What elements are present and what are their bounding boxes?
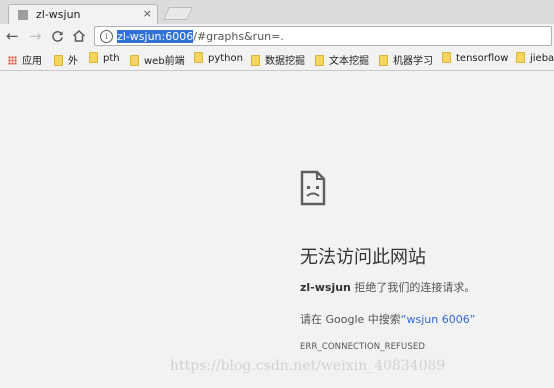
folder-icon xyxy=(251,55,260,66)
page-favicon-icon xyxy=(18,10,28,20)
bookmark-folder-datamining[interactable]: 数据挖掘 xyxy=(251,52,305,67)
bookmark-folder-python[interactable]: python xyxy=(194,52,243,64)
google-search-link[interactable]: “wsjun 6006” xyxy=(401,313,476,326)
error-description: zl-wsjun 拒绝了我们的连接请求。 xyxy=(300,279,475,295)
new-tab-button[interactable] xyxy=(162,7,194,20)
watermark: https://blog.csdn.net/weixin_40834089 xyxy=(170,358,446,374)
bookmark-folder-jieba[interactable]: jieba xyxy=(516,52,554,64)
apps-grid-icon xyxy=(8,56,17,65)
address-bar[interactable]: i zl-wsjun:6006/#graphs&run=. xyxy=(94,26,552,46)
bookmark-label: python xyxy=(208,53,243,64)
bookmark-apps-label: 应用 xyxy=(22,56,42,67)
bookmark-label: 数据挖掘 xyxy=(265,56,305,67)
bookmark-label: jieba xyxy=(530,53,554,64)
toolbar: ← → i zl-wsjun:6006/#graphs&run=. xyxy=(0,24,554,48)
tab-title: zl-wsjun xyxy=(36,8,81,21)
error-suggestion: 请在 Google 中搜索“wsjun 6006” xyxy=(300,311,475,327)
bookmark-folder-wai[interactable]: 外 xyxy=(54,52,78,67)
tab-strip: zl-wsjun × xyxy=(0,0,554,25)
error-title: 无法访问此网站 xyxy=(300,247,426,268)
folder-icon xyxy=(379,55,388,66)
reload-icon[interactable] xyxy=(51,27,64,47)
back-arrow-icon[interactable]: ← xyxy=(6,27,19,45)
folder-icon xyxy=(194,52,203,63)
forward-arrow-icon[interactable]: → xyxy=(29,27,42,45)
folder-icon xyxy=(442,52,451,63)
folder-icon xyxy=(89,52,98,63)
bookmark-label: 外 xyxy=(68,56,78,67)
tab-close-icon[interactable]: × xyxy=(143,7,152,20)
error-host: zl-wsjun xyxy=(300,281,351,294)
url-path: /#graphs&run=. xyxy=(193,30,284,43)
home-icon[interactable] xyxy=(72,27,86,47)
bookmark-folder-tensorflow[interactable]: tensorflow xyxy=(442,52,508,64)
sad-document-icon xyxy=(300,170,326,210)
active-tab[interactable]: zl-wsjun × xyxy=(8,4,158,25)
info-icon[interactable]: i xyxy=(100,30,113,43)
url-host-selected: zl-wsjun:6006 xyxy=(117,30,194,43)
bookmark-label: 文本挖掘 xyxy=(329,56,369,67)
bookmark-label: web前端 xyxy=(144,56,185,67)
bookmark-label: pth xyxy=(103,53,120,64)
bookmark-folder-textmining[interactable]: 文本挖掘 xyxy=(315,52,369,67)
bookmark-folder-ml[interactable]: 机器学习 xyxy=(379,52,433,67)
error-desc-text: 拒绝了我们的连接请求。 xyxy=(350,281,476,294)
bookmark-label: tensorflow xyxy=(456,53,509,64)
url-text[interactable]: zl-wsjun:6006/#graphs&run=. xyxy=(117,30,284,43)
bookmark-apps[interactable]: 应用 xyxy=(8,52,42,67)
folder-icon xyxy=(516,52,525,63)
suggest-prefix: 请在 Google 中搜索 xyxy=(300,313,401,326)
folder-icon xyxy=(130,55,139,66)
bookmarks-bar: 应用 外 pth web前端 python 数据挖掘 文本挖掘 机器学习 ten… xyxy=(0,48,554,71)
error-code: ERR_CONNECTION_REFUSED xyxy=(300,342,425,352)
bookmark-label: 机器学习 xyxy=(393,56,433,67)
bookmark-folder-pth[interactable]: pth xyxy=(89,52,120,64)
folder-icon xyxy=(315,55,324,66)
folder-icon xyxy=(54,55,63,66)
bookmark-folder-web[interactable]: web前端 xyxy=(130,52,185,67)
